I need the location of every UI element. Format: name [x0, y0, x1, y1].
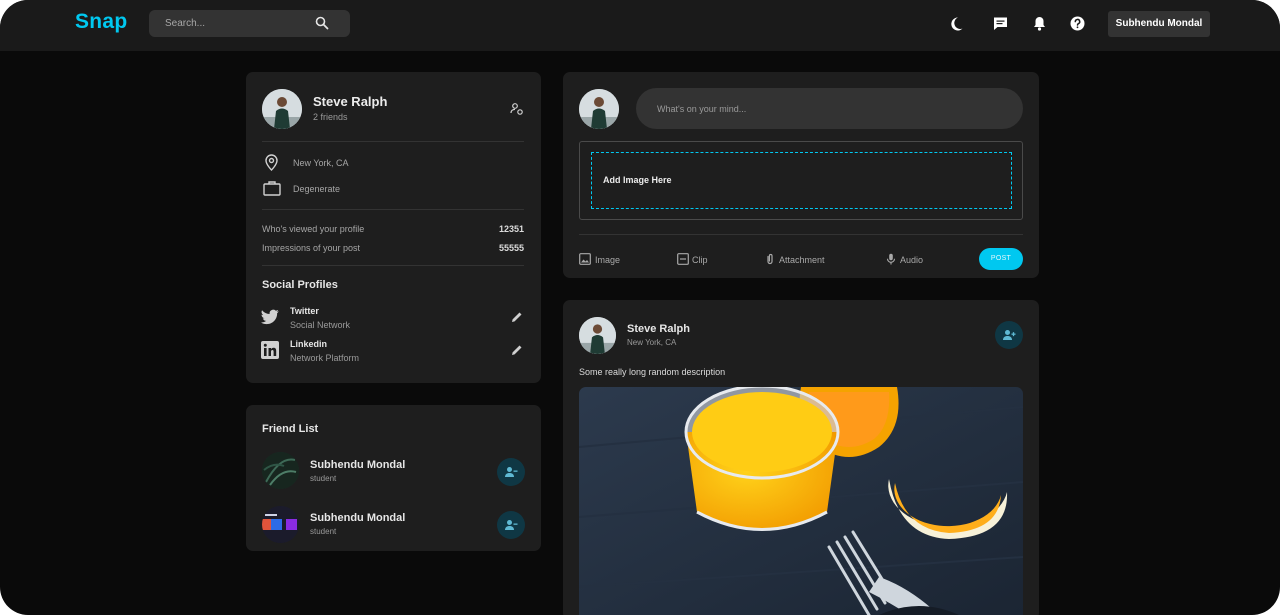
gif-box-icon — [677, 253, 689, 265]
friend-avatar[interactable] — [262, 506, 299, 543]
linkedin-type: Network Platform — [290, 353, 360, 363]
user-menu-button[interactable]: Subhendu Mondal — [1108, 11, 1210, 37]
search-box — [149, 10, 350, 37]
friend-list-title: Friend List — [262, 423, 319, 435]
post-author-name[interactable]: Steve Ralph — [627, 323, 690, 335]
person-remove-icon — [505, 520, 518, 530]
person-remove-icon — [505, 467, 518, 477]
image-tool-button[interactable]: Image — [579, 253, 629, 267]
top-navbar: Snap Subhendu Mondal — [0, 0, 1280, 51]
audio-tool-label: Audio — [900, 255, 924, 265]
attachment-tool-label: Attachment — [779, 255, 825, 265]
profile-views-label: Who's viewed your profile — [262, 224, 365, 234]
composer-divider — [579, 234, 1023, 235]
post-image-orange-juice[interactable] — [579, 387, 1023, 615]
post-impressions-label: Impressions of your post — [262, 243, 361, 253]
friend-name[interactable]: Subhendu Mondal — [310, 459, 405, 471]
clip-tool-label: Clip — [692, 255, 708, 265]
post-author-avatar[interactable] — [579, 317, 616, 354]
occupation-text: Degenerate — [293, 184, 341, 194]
composer-avatar[interactable] — [579, 89, 619, 129]
dropzone-dashed-area[interactable]: Add Image Here — [591, 152, 1012, 209]
post-button[interactable]: POST — [979, 248, 1023, 270]
friends-count: 2 friends — [313, 112, 348, 122]
twitter-type: Social Network — [290, 320, 351, 330]
search-input[interactable] — [149, 10, 319, 37]
manage-accounts-icon[interactable] — [510, 102, 524, 116]
app-logo[interactable]: Snap — [75, 10, 128, 34]
edit-pencil-icon[interactable] — [511, 311, 523, 323]
location-text: New York, CA — [293, 158, 349, 168]
status-input-wrapper — [636, 88, 1023, 129]
person-add-icon — [1003, 330, 1016, 340]
friend-role: student — [310, 474, 337, 483]
twitter-icon — [261, 309, 279, 325]
friend-avatar[interactable] — [262, 452, 299, 489]
app-window: Snap Subhendu Mondal Steve Ralph 2 frien… — [0, 0, 1280, 615]
profile-views-value: 12351 — [498, 224, 524, 234]
profile-divider — [262, 141, 524, 142]
profile-divider — [262, 209, 524, 210]
linkedin-icon — [261, 341, 279, 359]
clip-tool-button[interactable]: Clip — [677, 253, 717, 267]
messages-icon[interactable] — [992, 15, 1009, 32]
profile-name[interactable]: Steve Ralph — [313, 94, 387, 109]
friend-role: student — [310, 527, 337, 536]
audio-tool-button[interactable]: Audio — [885, 253, 930, 267]
remove-friend-button[interactable] — [497, 511, 525, 539]
post-impressions-value: 55555 — [498, 243, 524, 253]
dropzone-label: Add Image Here — [603, 175, 672, 185]
image-icon — [579, 253, 591, 265]
friend-name[interactable]: Subhendu Mondal — [310, 512, 405, 524]
add-friend-button[interactable] — [995, 321, 1023, 349]
location-pin-icon — [265, 154, 278, 171]
status-input[interactable] — [636, 88, 1023, 129]
remove-friend-button[interactable] — [497, 458, 525, 486]
attachment-tool-button[interactable]: Attachment — [764, 253, 834, 267]
twitter-name[interactable]: Twitter — [290, 306, 319, 316]
post-author-location: New York, CA — [627, 338, 677, 347]
help-icon[interactable] — [1069, 15, 1086, 32]
social-profiles-title: Social Profiles — [262, 279, 338, 291]
edit-pencil-icon[interactable] — [511, 344, 523, 356]
image-tool-label: Image — [595, 255, 621, 265]
post-description: Some really long random description — [579, 367, 726, 377]
search-icon[interactable] — [315, 16, 329, 30]
microphone-icon — [886, 253, 896, 265]
profile-avatar[interactable] — [262, 89, 302, 129]
profile-divider — [262, 265, 524, 266]
notifications-bell-icon[interactable] — [1031, 15, 1048, 32]
dark-mode-moon-icon[interactable] — [948, 15, 965, 32]
briefcase-icon — [263, 181, 281, 196]
attachment-icon — [767, 253, 773, 265]
image-dropzone[interactable]: Add Image Here — [579, 141, 1023, 220]
linkedin-name[interactable]: Linkedin — [290, 339, 327, 349]
